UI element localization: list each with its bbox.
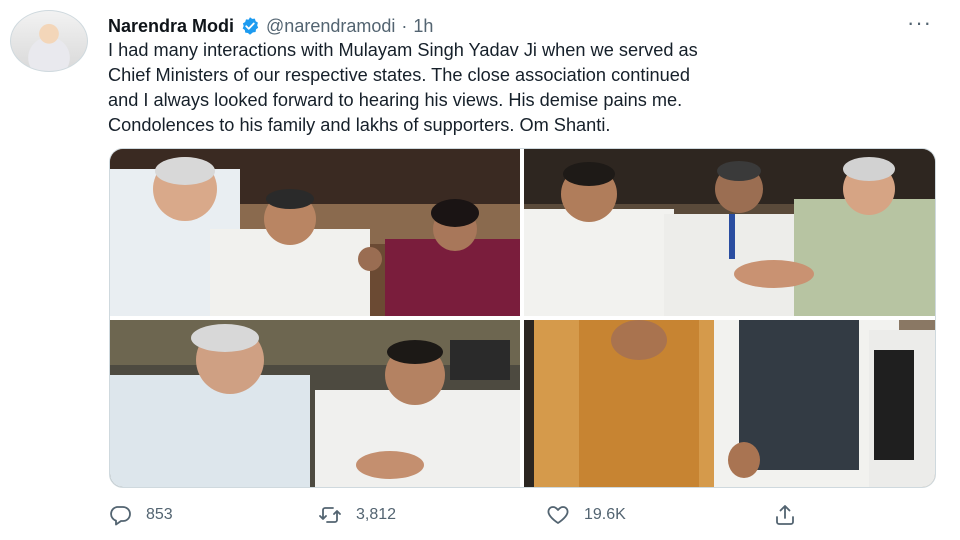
tweet-photo-2[interactable] xyxy=(524,149,935,316)
tweet-text-line: I had many interactions with Mulayam Sin… xyxy=(108,40,698,60)
share-button[interactable] xyxy=(773,500,797,530)
author-handle[interactable]: @narendramodi xyxy=(266,16,395,37)
share-icon xyxy=(776,505,794,525)
tweet-text-line: Condolences to his family and lakhs of s… xyxy=(108,115,611,135)
photo-4-image xyxy=(524,320,935,487)
tweet-media-grid xyxy=(109,148,936,488)
tweet-timestamp[interactable]: 1h xyxy=(413,16,433,37)
tweet-text-line: Chief Ministers of our respective states… xyxy=(108,65,690,85)
tweet-photo-3[interactable] xyxy=(110,320,520,487)
tweet-photo-4[interactable] xyxy=(524,320,935,487)
tweet-text: I had many interactions with Mulayam Sin… xyxy=(108,38,938,138)
tweet-actions-bar: 853 3,812 19.6K xyxy=(108,500,808,530)
author-name[interactable]: Narendra Modi xyxy=(108,16,234,37)
reply-icon xyxy=(110,506,131,526)
like-count: 19.6K xyxy=(584,506,626,523)
retweet-button[interactable]: 3,812 xyxy=(318,500,396,530)
tweet-text-line: and I always looked forward to hearing h… xyxy=(108,90,683,110)
retweet-icon xyxy=(319,507,341,523)
verified-badge-icon xyxy=(242,17,259,35)
reply-count: 853 xyxy=(146,506,173,523)
tweet-header: Narendra Modi @narendramodi · 1h xyxy=(108,14,433,38)
retweet-count: 3,812 xyxy=(356,506,397,523)
photo-2-image xyxy=(524,149,935,316)
reply-button[interactable]: 853 xyxy=(108,500,173,530)
heart-icon xyxy=(547,506,569,524)
author-avatar[interactable] xyxy=(10,10,88,72)
tweet-photo-1[interactable] xyxy=(110,149,520,316)
photo-1-image xyxy=(110,149,520,316)
more-options-icon[interactable]: ··· xyxy=(907,10,932,36)
photo-3-image xyxy=(110,320,520,487)
separator-dot: · xyxy=(401,15,408,36)
like-button[interactable]: 19.6K xyxy=(546,500,626,530)
